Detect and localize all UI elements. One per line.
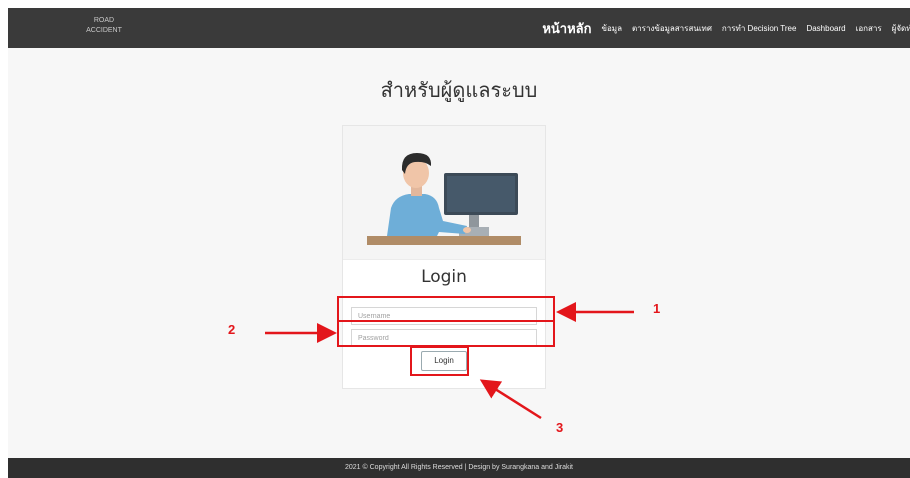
annotation-arrows xyxy=(265,302,634,420)
annotation-label-2: 2 xyxy=(228,322,236,337)
arrow-3-icon xyxy=(479,379,542,420)
annotation-label-3: 3 xyxy=(556,420,564,435)
annotation-label-1: 1 xyxy=(653,301,661,316)
